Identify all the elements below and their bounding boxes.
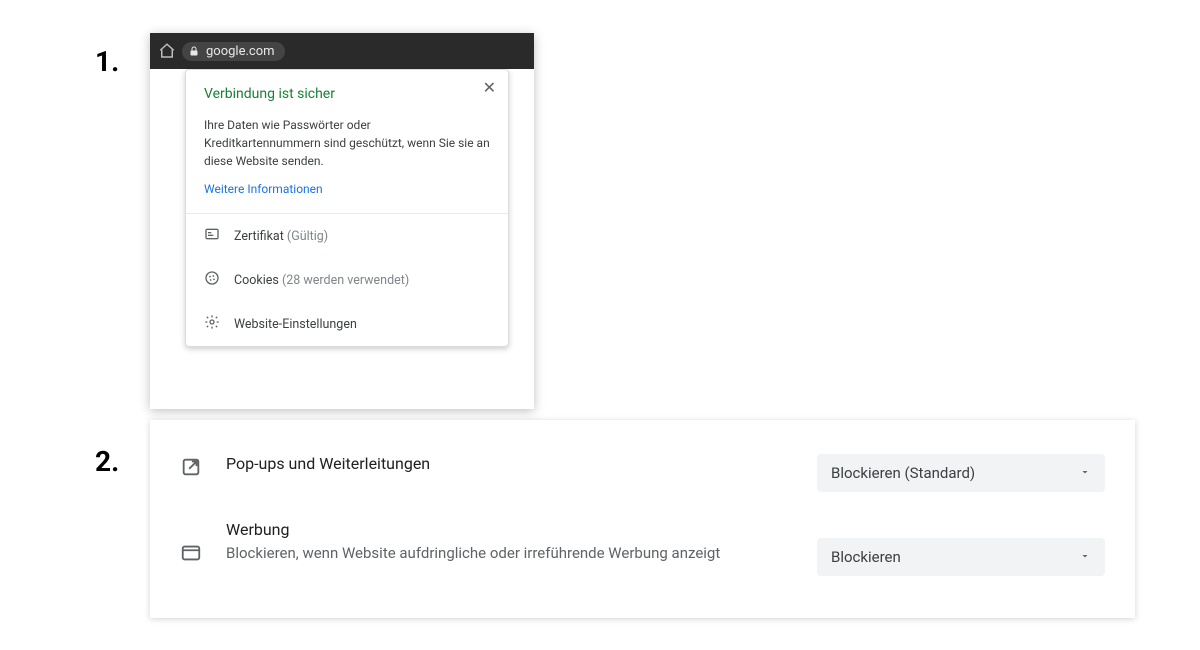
address-pill[interactable]: google.com: [182, 42, 285, 61]
popup-icon: [180, 456, 202, 478]
home-icon[interactable]: [158, 42, 176, 60]
connection-secure-title: Verbindung ist sicher: [204, 86, 490, 102]
ads-select-value: Blockieren: [831, 548, 901, 566]
popups-title: Pop-ups und Weiterleitungen: [226, 454, 793, 473]
popups-select-value: Blockieren (Standard): [831, 464, 975, 482]
ads-icon: [180, 542, 202, 564]
site-info-popup: ✕ Verbindung ist sicher Ihre Daten wie P…: [185, 69, 509, 347]
site-settings-row[interactable]: Website-Einstellungen: [186, 302, 508, 346]
chevron-down-icon: [1079, 464, 1091, 482]
connection-secure-description: Ihre Daten wie Passwörter oder Kreditkar…: [204, 116, 490, 170]
cookies-status: (28 werden verwendet): [282, 273, 409, 288]
popups-setting-row: Pop-ups und Weiterleitungen Blockieren (…: [180, 440, 1105, 506]
step-number-1: 1.: [95, 45, 119, 78]
certificate-row[interactable]: Zertifikat (Gültig): [186, 214, 508, 258]
close-icon[interactable]: ✕: [483, 80, 496, 96]
address-bar: google.com: [150, 33, 534, 69]
learn-more-link[interactable]: Weitere Informationen: [204, 182, 323, 196]
certificate-icon: [204, 226, 220, 246]
ads-select[interactable]: Blockieren: [817, 538, 1105, 576]
certificate-status: (Gültig): [287, 229, 328, 244]
ads-subtitle: Blockieren, wenn Website aufdringliche o…: [226, 543, 746, 564]
gear-icon: [204, 314, 220, 334]
site-settings-label: Website-Einstellungen: [234, 317, 357, 332]
step-number-2: 2.: [95, 445, 119, 478]
browser-window: google.com ✕ Verbindung ist sicher Ihre …: [150, 33, 534, 409]
chevron-down-icon: [1079, 548, 1091, 566]
popups-select[interactable]: Blockieren (Standard): [817, 454, 1105, 492]
certificate-label: Zertifikat: [234, 229, 284, 244]
cookies-label: Cookies: [234, 273, 279, 288]
ads-title: Werbung: [226, 520, 793, 539]
cookies-row[interactable]: Cookies (28 werden verwendet): [186, 258, 508, 302]
url-text: google.com: [206, 44, 275, 59]
lock-icon: [188, 45, 200, 57]
cookie-icon: [204, 270, 220, 290]
ads-setting-row: Werbung Blockieren, wenn Website aufdrin…: [180, 506, 1105, 590]
site-settings-panel: Pop-ups und Weiterleitungen Blockieren (…: [150, 420, 1135, 618]
